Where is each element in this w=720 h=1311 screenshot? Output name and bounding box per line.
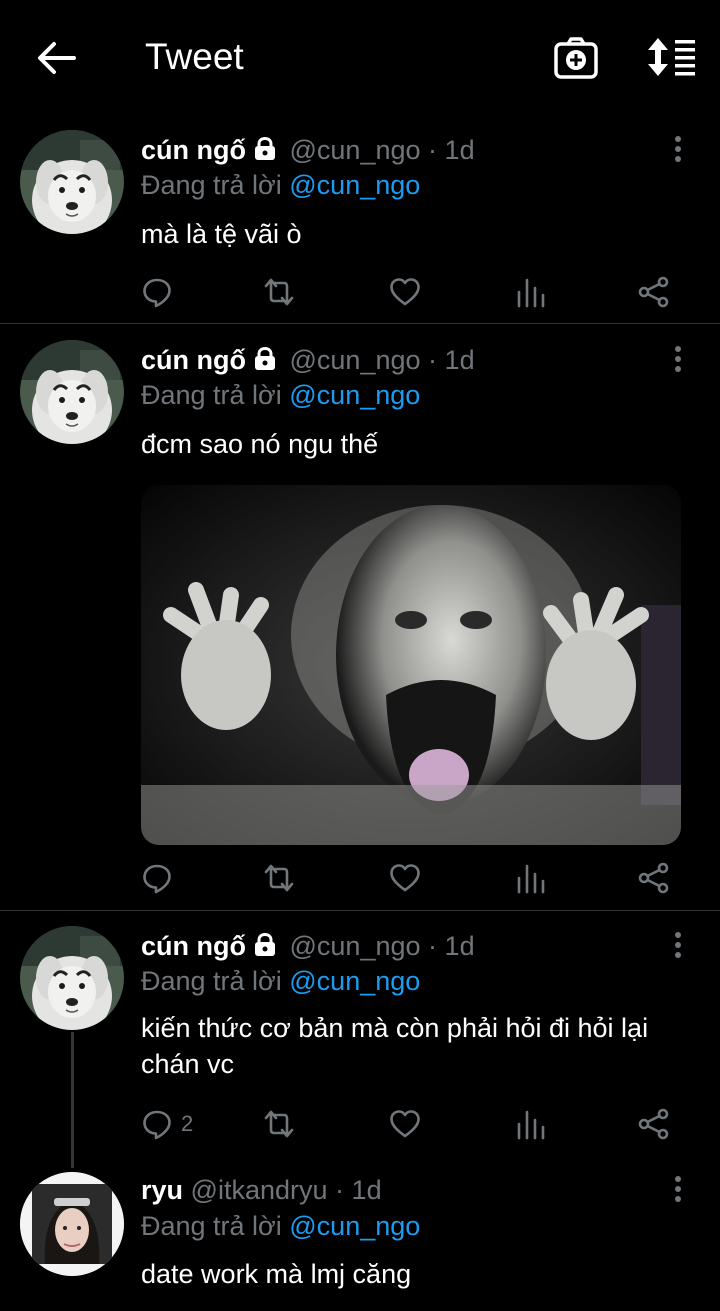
reply-icon	[141, 1108, 173, 1140]
tweet-actions	[141, 274, 681, 310]
author-name[interactable]: cún ngố	[141, 135, 246, 165]
reply-count: 2	[181, 1111, 194, 1136]
dog-avatar-image	[20, 340, 124, 444]
retweet-icon	[261, 1108, 297, 1140]
more-options-icon[interactable]	[668, 344, 688, 374]
mention-link[interactable]: @cun_ngo	[289, 1211, 420, 1241]
retweet-icon	[261, 276, 297, 308]
separator: ·	[428, 135, 438, 165]
replying-to: Đang trả lời @cun_ngo	[141, 168, 420, 202]
divider	[0, 323, 720, 324]
timestamp: 1d	[444, 345, 475, 375]
tweet-text: mà là tệ vãi ò	[141, 219, 302, 249]
like-icon	[389, 276, 421, 308]
avatar[interactable]	[20, 340, 124, 444]
timestamp: 1d	[444, 135, 475, 165]
dog-avatar-image	[20, 926, 124, 1030]
tweet-header: cún ngố @cun_ngo · 1d	[141, 929, 475, 963]
separator: ·	[335, 1175, 345, 1205]
tweet-header: cún ngố @cun_ngo · 1d	[141, 343, 475, 377]
more-options-icon[interactable]	[668, 1174, 688, 1204]
share-button[interactable]	[638, 1106, 670, 1142]
author-handle[interactable]: @cun_ngo	[290, 135, 421, 165]
replying-to: Đang trả lời @cun_ngo	[141, 1209, 420, 1243]
share-icon	[638, 276, 670, 308]
mention-link[interactable]: @cun_ngo	[289, 170, 420, 200]
tweet-text: kiến thức cơ bản mà còn phải hỏi đi hỏi …	[141, 1013, 649, 1079]
timestamp: 1d	[444, 931, 475, 961]
author-handle[interactable]: @cun_ngo	[290, 345, 421, 375]
share-button[interactable]	[638, 274, 670, 310]
replying-label: Đang trả lời	[141, 966, 290, 996]
analytics-icon	[515, 276, 547, 308]
author-name[interactable]: cún ngố	[141, 345, 246, 375]
retweet-icon	[261, 862, 297, 894]
tweet-header: cún ngố @cun_ngo · 1d	[141, 133, 475, 167]
analytics-button[interactable]	[515, 1106, 547, 1142]
lock-icon	[252, 136, 278, 162]
share-icon	[638, 1108, 670, 1140]
avatar[interactable]	[20, 130, 124, 234]
replying-label: Đang trả lời	[141, 1211, 290, 1241]
tweet-text: đcm sao nó ngu thế	[141, 429, 379, 459]
reply-icon	[141, 862, 173, 894]
divider	[0, 910, 720, 911]
mention-link[interactable]: @cun_ngo	[289, 380, 420, 410]
sort-icon	[648, 38, 695, 76]
reply-button[interactable]	[141, 274, 173, 310]
lock-icon	[252, 346, 278, 372]
back-button[interactable]	[34, 38, 78, 78]
tweet-actions: 2	[141, 1106, 681, 1142]
separator: ·	[428, 931, 438, 961]
screaming-figure-image	[141, 485, 681, 845]
author-name[interactable]: ryu	[141, 1175, 183, 1205]
mention-link[interactable]: @cun_ngo	[289, 966, 420, 996]
reply-icon	[141, 276, 173, 308]
camera-add-icon	[554, 37, 598, 79]
arrow-left-icon	[38, 42, 76, 74]
top-app-bar: Tweet	[0, 0, 720, 116]
analytics-icon	[515, 862, 547, 894]
analytics-button[interactable]	[515, 860, 547, 896]
camera-button[interactable]	[553, 36, 599, 80]
avatar[interactable]	[20, 1172, 124, 1276]
like-button[interactable]	[389, 1106, 421, 1142]
lock-icon	[252, 932, 278, 958]
replying-label: Đang trả lời	[141, 170, 290, 200]
ryu-avatar-image	[20, 1172, 124, 1276]
reply-button[interactable]	[141, 860, 173, 896]
author-name[interactable]: cún ngố	[141, 931, 246, 961]
replying-label: Đang trả lời	[141, 380, 290, 410]
page-title: Tweet	[145, 36, 244, 77]
like-button[interactable]	[389, 860, 421, 896]
replying-to: Đang trả lời @cun_ngo	[141, 964, 420, 998]
like-button[interactable]	[389, 274, 421, 310]
like-icon	[389, 862, 421, 894]
more-options-icon[interactable]	[668, 134, 688, 164]
author-handle[interactable]: @cun_ngo	[290, 931, 421, 961]
tweet-actions	[141, 860, 681, 896]
avatar[interactable]	[20, 926, 124, 1030]
share-icon	[638, 862, 670, 894]
separator: ·	[428, 345, 438, 375]
share-button[interactable]	[638, 860, 670, 896]
tweet-header: ryu @itkandryu · 1d	[141, 1173, 382, 1207]
sort-replies-button[interactable]	[645, 36, 697, 78]
retweet-button[interactable]	[261, 860, 297, 896]
reply-button[interactable]: 2	[141, 1106, 193, 1142]
replying-to: Đang trả lời @cun_ngo	[141, 378, 420, 412]
analytics-icon	[515, 1108, 547, 1140]
thread-line	[71, 1032, 74, 1168]
author-handle[interactable]: @itkandryu	[191, 1175, 328, 1205]
retweet-button[interactable]	[261, 274, 297, 310]
tweet-media-image[interactable]	[141, 485, 681, 845]
analytics-button[interactable]	[515, 274, 547, 310]
timestamp: 1d	[351, 1175, 382, 1205]
dog-avatar-image	[20, 130, 124, 234]
retweet-button[interactable]	[261, 1106, 297, 1142]
tweet-text: date work mà lmj căng	[141, 1259, 412, 1289]
like-icon	[389, 1108, 421, 1140]
more-options-icon[interactable]	[668, 930, 688, 960]
